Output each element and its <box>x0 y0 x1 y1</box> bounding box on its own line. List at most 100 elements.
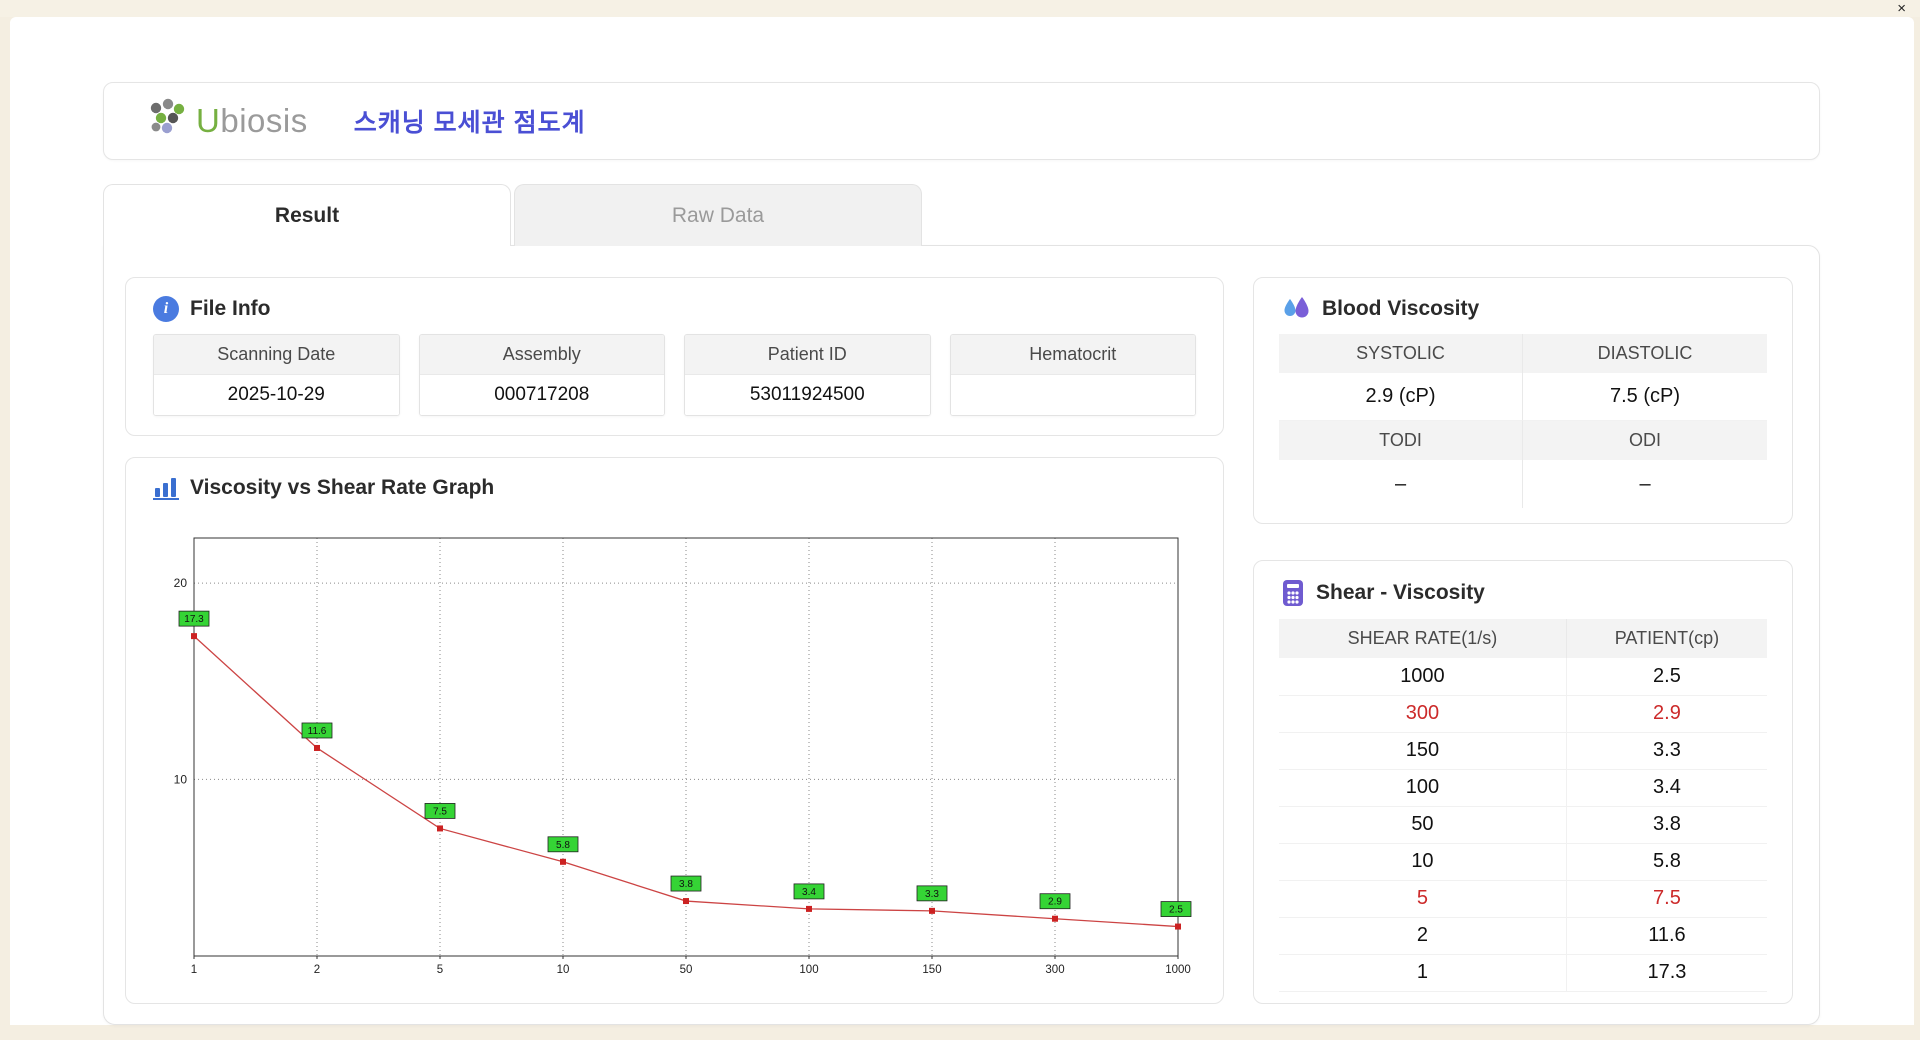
header-card: Ubiosis 스캐닝 모세관 점도계 <box>103 82 1820 160</box>
svg-text:100: 100 <box>799 964 818 976</box>
shear-rate-cell: 2 <box>1279 917 1567 955</box>
file-info-field: Scanning Date 2025-10-29 <box>153 334 400 416</box>
calculator-icon <box>1281 579 1305 607</box>
shear-viscosity-row: 100 3.4 <box>1279 769 1767 807</box>
shear-viscosity-table: SHEAR RATE(1/s) PATIENT(cp) 1000 2.5 300 2.… <box>1279 619 1767 992</box>
window-close-button[interactable]: × <box>1897 1 1906 16</box>
patient-cell: 7.5 <box>1566 880 1767 918</box>
logo-text: Ubiosis <box>196 102 308 140</box>
file-info-field-label: Hematocrit <box>950 335 1195 374</box>
shear-rate-cell: 1 <box>1279 954 1567 992</box>
svg-text:3.4: 3.4 <box>802 887 816 898</box>
shear-viscosity-row: 2 11.6 <box>1279 917 1767 955</box>
shear-rate-cell: 100 <box>1279 769 1567 807</box>
systolic-value: 2.9 (cP) <box>1279 373 1523 421</box>
svg-text:150: 150 <box>922 964 941 976</box>
diastolic-value: 7.5 (cP) <box>1523 373 1767 421</box>
file-info-field-value: 2025-10-29 <box>154 374 399 415</box>
svg-text:2.5: 2.5 <box>1169 905 1183 916</box>
odi-header: ODI <box>1523 421 1767 460</box>
patient-cell: 11.6 <box>1566 917 1767 955</box>
right-column: Blood Viscosity SYSTOLIC DIASTOLIC 2.9 (… <box>1253 277 1793 1004</box>
file-info-field: Hematocrit <box>949 334 1196 416</box>
viscosity-chart: 10 20 1 2 5 10 50 100 150 300 1000 17.3 11.6 7.5 5.8 3.… <box>126 512 1223 993</box>
shear-viscosity-row: 1 17.3 <box>1279 954 1767 992</box>
patient-cell: 5.8 <box>1566 843 1767 881</box>
todi-value: – <box>1279 460 1523 508</box>
svg-text:11.6: 11.6 <box>308 726 327 737</box>
shear-viscosity-card: Shear - Viscosity SHEAR RATE(1/s) PATIEN… <box>1253 560 1793 1004</box>
shear-rate-cell: 50 <box>1279 806 1567 844</box>
svg-text:1: 1 <box>191 964 197 976</box>
patient-cell: 3.3 <box>1566 732 1767 770</box>
svg-text:10: 10 <box>557 964 570 976</box>
left-column: i File Info Scanning Date 2025-10-29 Assem… <box>125 277 1224 1004</box>
shear-rate-cell: 150 <box>1279 732 1567 770</box>
shear-rate-cell: 1000 <box>1279 658 1567 696</box>
diastolic-header: DIASTOLIC <box>1523 334 1767 373</box>
patient-cell: 2.9 <box>1566 695 1767 733</box>
patient-cell: 2.5 <box>1566 658 1767 696</box>
patient-cell: 17.3 <box>1566 954 1767 992</box>
tab-bar: Result Raw Data <box>103 184 922 246</box>
shear-viscosity-row: 300 2.9 <box>1279 695 1767 733</box>
logo-letters-biosis: biosis <box>220 102 308 139</box>
shear-viscosity-row: 5 7.5 <box>1279 880 1767 918</box>
logo-letter-u: U <box>196 102 221 139</box>
shear-rate-cell: 300 <box>1279 695 1567 733</box>
viscosity-graph-card: Viscosity vs Shear Rate Graph 10 20 1 2 5 10 5… <box>125 457 1224 1004</box>
blood-viscosity-card: Blood Viscosity SYSTOLIC DIASTOLIC 2.9 (… <box>1253 277 1793 524</box>
file-info-field-value: 53011924500 <box>685 374 930 415</box>
todi-header: TODI <box>1279 421 1523 460</box>
svg-text:17.3: 17.3 <box>184 614 204 625</box>
file-info-field-value: 000717208 <box>419 374 664 415</box>
graph-header: Viscosity vs Shear Rate Graph <box>126 458 1223 512</box>
info-icon: i <box>153 296 179 322</box>
systolic-header: SYSTOLIC <box>1279 334 1523 373</box>
patient-cell: 3.8 <box>1566 806 1767 844</box>
droplets-icon <box>1281 296 1311 322</box>
file-info-card: i File Info Scanning Date 2025-10-29 Assem… <box>125 277 1224 436</box>
file-info-fields: Scanning Date 2025-10-29 Assembly 000717208… <box>126 334 1223 416</box>
result-panel: i File Info Scanning Date 2025-10-29 Assem… <box>103 245 1820 1025</box>
file-info-field-label: Scanning Date <box>154 335 399 374</box>
app-title: 스캐닝 모세관 점도계 <box>353 109 586 137</box>
svg-text:2: 2 <box>314 964 320 976</box>
blood-viscosity-grid: SYSTOLIC DIASTOLIC 2.9 (cP) 7.5 (cP) TOD… <box>1254 334 1792 508</box>
file-info-field-label: Patient ID <box>685 335 930 374</box>
shear-viscosity-row: 150 3.3 <box>1279 732 1767 770</box>
svg-text:3.8: 3.8 <box>679 879 693 890</box>
file-info-field: Assembly 000717208 <box>418 334 665 416</box>
shear-viscosity-row: 50 3.8 <box>1279 806 1767 844</box>
file-info-field-label: Assembly <box>419 335 664 374</box>
shear-rate-column-header: SHEAR RATE(1/s) <box>1279 619 1567 658</box>
file-info-field-value <box>950 374 1195 415</box>
shear-viscosity-row: 1000 2.5 <box>1279 658 1767 696</box>
shear-rate-cell: 5 <box>1279 880 1567 918</box>
svg-text:3.3: 3.3 <box>925 889 939 900</box>
logo-grapes-icon <box>144 98 190 145</box>
tab-result[interactable]: Result <box>103 184 511 246</box>
shear-viscosity-title: Shear - Viscosity <box>1316 581 1485 604</box>
shear-viscosity-row: 10 5.8 <box>1279 843 1767 881</box>
svg-text:7.5: 7.5 <box>433 806 447 817</box>
shear-viscosity-header-row: SHEAR RATE(1/s) PATIENT(cp) <box>1279 619 1767 658</box>
odi-value: – <box>1639 472 1651 495</box>
tab-raw-data[interactable]: Raw Data <box>514 184 922 246</box>
ubiosis-logo: Ubiosis <box>144 98 308 145</box>
svg-text:2.9: 2.9 <box>1048 897 1062 908</box>
patient-cell: 3.4 <box>1566 769 1767 807</box>
svg-text:300: 300 <box>1045 964 1064 976</box>
file-info-title: File Info <box>190 297 271 320</box>
graph-title: Viscosity vs Shear Rate Graph <box>190 476 495 499</box>
svg-text:50: 50 <box>680 964 693 976</box>
window-titlebar: × <box>0 0 1920 17</box>
viscosity-chart-svg: 10 20 1 2 5 10 50 100 150 300 1000 17.3 11.6 7.5 5.8 3.… <box>174 537 1192 976</box>
patient-column-header: PATIENT(cp) <box>1566 619 1767 658</box>
svg-text:5.8: 5.8 <box>556 840 570 851</box>
shear-viscosity-header: Shear - Viscosity <box>1254 561 1792 619</box>
svg-text:20: 20 <box>174 576 188 590</box>
app-window: Ubiosis 스캐닝 모세관 점도계 Result Raw Data i Fi… <box>10 17 1914 1025</box>
blood-viscosity-title: Blood Viscosity <box>1322 297 1480 320</box>
bar-chart-icon <box>153 476 179 500</box>
